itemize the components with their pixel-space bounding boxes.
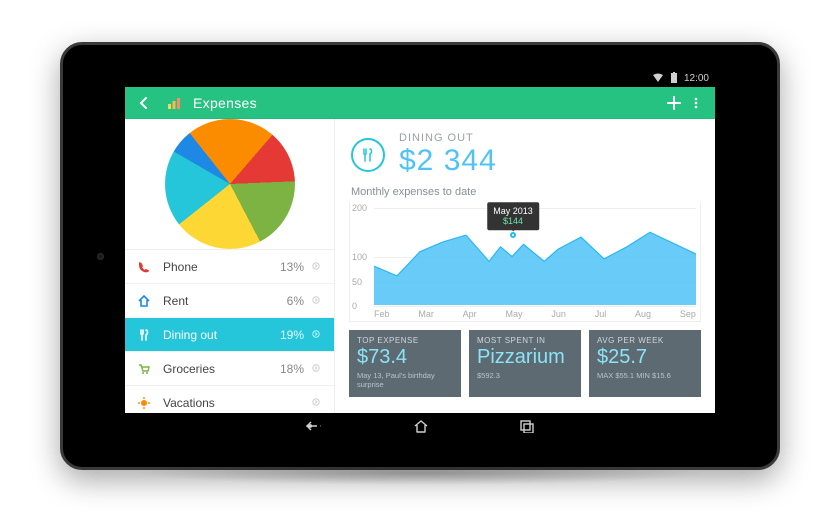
cart-icon bbox=[135, 360, 153, 378]
stat-card-title: TOP EXPENSE bbox=[357, 336, 453, 345]
chart-x-tick: Aug bbox=[635, 309, 651, 319]
chart-x-tick: Sep bbox=[680, 309, 696, 319]
android-nav-bar bbox=[125, 413, 715, 443]
tablet-screen: 12:00 Expenses bbox=[125, 69, 715, 443]
right-pane: DINING OUT $2 344 Monthly expenses to da… bbox=[335, 119, 715, 413]
chart-tooltip: May 2013$144 bbox=[487, 202, 539, 230]
chevron-right-icon bbox=[308, 396, 324, 410]
chart-y-tick: 200 bbox=[352, 203, 367, 213]
sun-icon bbox=[135, 394, 153, 412]
chart-x-tick: Feb bbox=[374, 309, 390, 319]
tooltip-label: May 2013 bbox=[493, 206, 533, 216]
chart-x-tick: Jun bbox=[551, 309, 566, 319]
chart-y-tick: 100 bbox=[352, 252, 367, 262]
android-status-bar: 12:00 bbox=[125, 69, 715, 87]
battery-icon bbox=[670, 72, 678, 84]
category-label: Rent bbox=[163, 294, 264, 308]
stat-card-title: AVG PER WEEK bbox=[597, 336, 693, 345]
category-percent: 6% bbox=[264, 294, 304, 308]
stat-card-note: MAX $55.1 MIN $15.6 bbox=[597, 371, 693, 380]
stat-cards: TOP EXPENSE$73.4 May 13, Paul's birthday … bbox=[335, 330, 715, 409]
category-percent: 19% bbox=[264, 328, 304, 342]
chart-x-tick: Apr bbox=[463, 309, 477, 319]
category-row-phone[interactable]: Phone13% bbox=[125, 250, 334, 284]
detail-amount: $2 344 bbox=[399, 145, 497, 177]
stat-card-1[interactable]: MOST SPENT INPizzarium $592.3 bbox=[469, 330, 581, 397]
dining-icon bbox=[351, 138, 385, 172]
app-action-bar: Expenses bbox=[125, 87, 715, 119]
category-label: Vacations bbox=[163, 396, 264, 410]
detail-category-label: DINING OUT bbox=[399, 133, 497, 145]
chevron-right-icon bbox=[308, 362, 324, 376]
stat-card-note: $592.3 bbox=[477, 371, 573, 380]
tooltip-value: $144 bbox=[493, 216, 533, 226]
stat-card-value: $73.4 bbox=[357, 346, 453, 369]
category-percent: 13% bbox=[264, 260, 304, 274]
stat-card-value: Pizzarium bbox=[477, 346, 573, 369]
stat-card-value: $25.7 bbox=[597, 346, 693, 369]
category-row-groceries[interactable]: Groceries18% bbox=[125, 352, 334, 386]
category-label: Dining out bbox=[163, 328, 264, 342]
category-row-rent[interactable]: Rent6% bbox=[125, 284, 334, 318]
stat-card-0[interactable]: TOP EXPENSE$73.4 May 13, Paul's birthday … bbox=[349, 330, 461, 397]
category-label: Groceries bbox=[163, 362, 264, 376]
stat-card-title: MOST SPENT IN bbox=[477, 336, 573, 345]
nav-recents-icon[interactable] bbox=[519, 419, 535, 438]
home-icon bbox=[135, 292, 153, 310]
dining-icon bbox=[135, 326, 153, 344]
chart-y-tick: 0 bbox=[352, 301, 357, 311]
chart-title: Monthly expenses to date bbox=[351, 186, 699, 198]
stat-card-note: May 13, Paul's birthday surprise bbox=[357, 371, 453, 389]
wifi-icon bbox=[652, 73, 664, 83]
app-content: Phone13%Rent6%Dining out19%Groceries18%V… bbox=[125, 119, 715, 413]
overflow-menu-icon[interactable] bbox=[685, 92, 707, 114]
category-list: Phone13%Rent6%Dining out19%Groceries18%V… bbox=[125, 249, 334, 420]
phone-icon bbox=[135, 258, 153, 276]
chart-x-tick: Mar bbox=[418, 309, 434, 319]
detail-header: DINING OUT $2 344 bbox=[335, 119, 715, 182]
category-row-dining[interactable]: Dining out19% bbox=[125, 318, 334, 352]
nav-back-icon[interactable] bbox=[305, 419, 323, 438]
app-logo-icon bbox=[163, 92, 185, 114]
left-pane: Phone13%Rent6%Dining out19%Groceries18%V… bbox=[125, 119, 335, 413]
chart-x-axis: Feb Mar Apr May Jun Jul Aug Sep bbox=[374, 309, 696, 319]
category-label: Phone bbox=[163, 260, 264, 274]
page-title: Expenses bbox=[193, 95, 257, 111]
chevron-right-icon bbox=[308, 260, 324, 274]
back-icon[interactable] bbox=[133, 92, 155, 114]
chart-gridline bbox=[374, 306, 696, 307]
add-button[interactable] bbox=[663, 92, 685, 114]
tablet-camera bbox=[97, 253, 104, 260]
chart-y-tick: 50 bbox=[352, 277, 362, 287]
tablet-frame: 12:00 Expenses bbox=[60, 42, 780, 470]
pie-chart[interactable] bbox=[125, 119, 334, 249]
monthly-chart[interactable]: Monthly expenses to date 0 50 100 200 Feb Mar… bbox=[335, 182, 715, 330]
chart-x-tick: Jul bbox=[595, 309, 607, 319]
chart-x-tick: May bbox=[506, 309, 523, 319]
chevron-right-icon bbox=[308, 294, 324, 308]
nav-home-icon[interactable] bbox=[413, 419, 429, 438]
chevron-right-icon bbox=[308, 328, 324, 342]
category-percent: 18% bbox=[264, 362, 304, 376]
status-time: 12:00 bbox=[684, 73, 709, 84]
stat-card-2[interactable]: AVG PER WEEK$25.7 MAX $55.1 MIN $15.6 bbox=[589, 330, 701, 397]
